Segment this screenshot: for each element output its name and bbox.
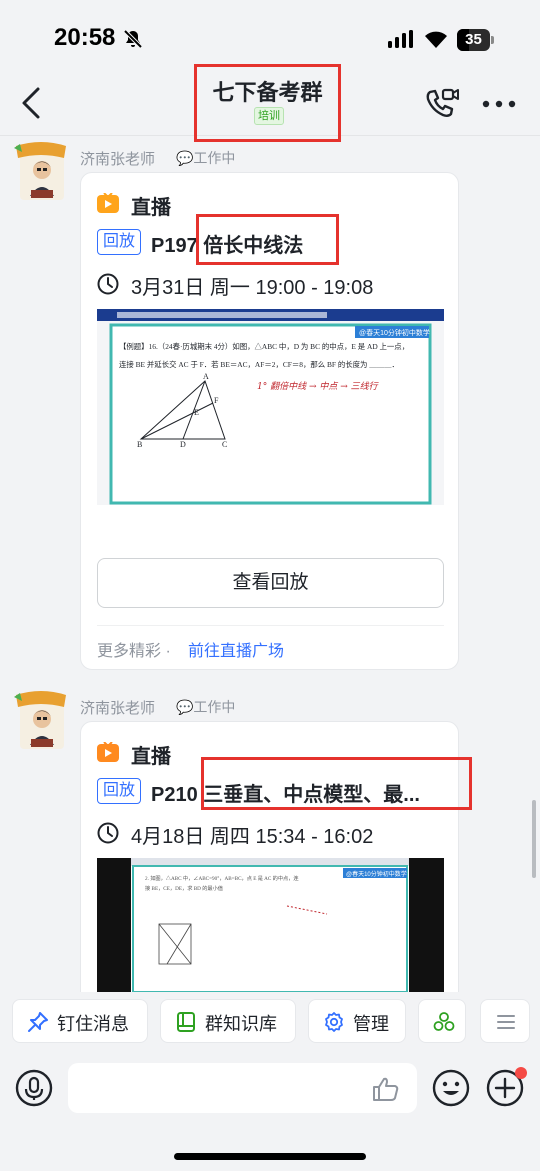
quick-action-label: 管理 [353, 1014, 389, 1034]
lesson-screenshot: @春天10分钟初中数学 【例题】16.（24春·历城期末 4分）如图，△ABC … [97, 309, 444, 505]
clock-icon [97, 822, 119, 844]
voice-input-icon[interactable] [14, 1068, 54, 1108]
manage-button[interactable]: 管理 [308, 999, 406, 1043]
more-text: 更多精彩 · [97, 643, 171, 660]
home-indicator[interactable] [174, 1153, 366, 1160]
sender-name: 济南张老师 [80, 151, 156, 168]
knowledge-base-icon [177, 1012, 195, 1032]
thumb-brand: @春天10分钟初中数学 [346, 870, 407, 878]
replay-tag: 回放 [97, 229, 141, 255]
thumbs-up-icon[interactable] [372, 1076, 400, 1102]
thumb-problem-line2: 连接 BE 并延长交 AC 于 F．若 BE＝AC，AF＝2，CF＝8，那么 B… [119, 360, 399, 369]
point-label: C [222, 440, 227, 449]
battery-icon: 35 [457, 29, 495, 51]
sender-status: 💬工作中 [176, 699, 236, 715]
wifi-icon [425, 31, 447, 48]
thumb-problem-line1: 2. 如图，△ABC 中，∠ABC=90°，AB=BC，点 E 是 AC 的中点… [145, 874, 299, 882]
sender-avatar[interactable] [12, 140, 70, 202]
input-bar [0, 1050, 540, 1171]
thumb-brand: @春天10分钟初中数学 [359, 328, 430, 337]
replay-tag: 回放 [97, 778, 141, 804]
quick-action-bar: 钉住消息 群知识库 管理 [0, 992, 540, 1050]
chat-header: 七下备考群 培训 [0, 64, 540, 142]
bell-slash-icon [123, 29, 143, 49]
live-tv-icon [97, 742, 119, 762]
view-replay-button[interactable]: 查看回放 [97, 558, 444, 608]
message-input[interactable] [68, 1063, 417, 1113]
video-thumbnail[interactable]: @春天10分钟初中数学 2. 如图，△ABC 中，∠ABC=90°，AB=BC，… [97, 858, 444, 992]
highlight-box-title-2 [201, 757, 472, 810]
clock-icon [97, 273, 119, 295]
pin-messages-button[interactable]: 钉住消息 [12, 999, 148, 1043]
video-thumbnail[interactable]: @春天10分钟初中数学 【例题】16.（24春·历城期末 4分）如图，△ABC … [97, 309, 444, 505]
back-arrow-icon[interactable] [18, 86, 44, 120]
point-label: F [214, 396, 219, 405]
point-label: E [194, 408, 199, 417]
time-range: 4月18日 周四 15:34 - 16:02 [131, 826, 374, 848]
signal-icon [388, 30, 413, 48]
thumb-problem-line2: 接 BE，CE，DE，求 BD 的最小值 [145, 884, 223, 892]
sender-status: 💬工作中 [176, 150, 236, 166]
lesson-screenshot: @春天10分钟初中数学 2. 如图，△ABC 中，∠ABC=90°，AB=BC，… [97, 858, 444, 992]
quick-action-label: 群知识库 [205, 1014, 277, 1034]
live-plaza-link[interactable]: 前往直播广场 [188, 637, 284, 661]
knowledge-base-button[interactable]: 群知识库 [160, 999, 296, 1043]
sender-name: 济南张老师 [80, 700, 156, 717]
quick-action-label: 钉住消息 [57, 1014, 129, 1034]
title-highlight-box: 七下备考群 培训 [194, 64, 341, 142]
card-kind: 直播 [131, 746, 171, 768]
card-divider [97, 625, 444, 626]
battery-level: 35 [465, 31, 482, 48]
pin-icon [28, 1012, 48, 1032]
notification-dot [515, 1067, 527, 1079]
menu-lines-icon [497, 1015, 515, 1029]
status-time: 20:58 [54, 24, 116, 51]
live-tv-icon [97, 193, 119, 213]
settings-icon [325, 1012, 343, 1032]
highlight-box-title-1 [196, 214, 339, 265]
point-label: A [203, 372, 209, 381]
emoji-icon[interactable] [431, 1068, 471, 1108]
sender-avatar[interactable] [12, 689, 70, 751]
group-tag: 培训 [254, 107, 284, 125]
card-kind: 直播 [131, 197, 171, 219]
time-range: 3月31日 周一 19:00 - 19:08 [131, 277, 374, 299]
point-label: D [180, 440, 186, 449]
thumb-note: 1° 翻倍中线 → 中点 → 三线行 [257, 381, 380, 392]
apps-icon [433, 1012, 455, 1031]
thumb-problem-line1: 【例题】16.（24春·历城期末 4分）如图，△ABC 中，D 为 BC 的中点… [119, 342, 409, 351]
point-label: B [137, 440, 142, 449]
apps-button[interactable] [418, 999, 466, 1043]
video-call-icon[interactable] [424, 86, 460, 120]
group-title[interactable]: 七下备考群 [197, 75, 338, 107]
scrollbar-thumb[interactable] [532, 800, 536, 878]
menu-toggle-button[interactable] [480, 999, 530, 1043]
more-options-icon[interactable] [482, 94, 516, 114]
